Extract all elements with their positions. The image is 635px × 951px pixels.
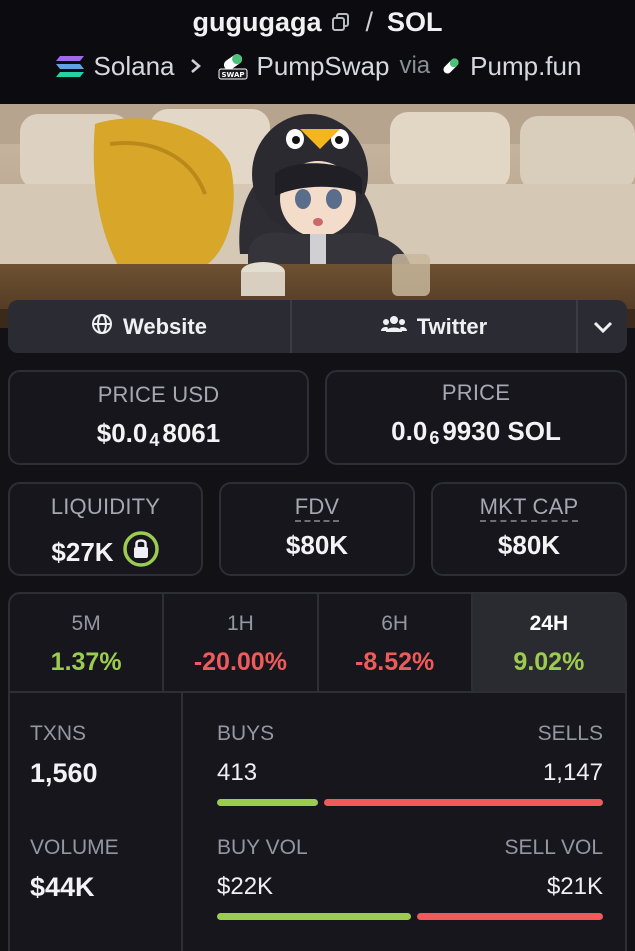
solana-icon xyxy=(54,54,86,78)
mkt-cap-value: $80K xyxy=(497,530,561,560)
tab-5m[interactable]: 5M 1.37% xyxy=(10,594,165,691)
globe-icon xyxy=(91,313,113,341)
liquidity-label: LIQUIDITY xyxy=(50,494,161,519)
change-24h: 9.02% xyxy=(513,648,585,676)
buy-vol-label: BUY VOL xyxy=(217,836,308,859)
buys-bar xyxy=(217,799,318,806)
pair-header: gugugaga / SOL Solana SWAP PumpSwap via xyxy=(0,0,635,104)
tab-6h[interactable]: 6H -8.52% xyxy=(319,594,473,691)
via-label: via xyxy=(399,52,431,79)
sells-value: 1,147 xyxy=(542,759,603,786)
change-5m: 1.37% xyxy=(50,648,122,676)
social-links-bar: Website Twitter xyxy=(8,300,627,353)
sell-vol-bar xyxy=(417,913,603,920)
chain-link[interactable]: Solana xyxy=(94,51,175,82)
lock-icon[interactable] xyxy=(122,530,160,575)
buy-sell-column: BUYS SELLS 413 1,147 BUY VOL SELL VOL $2… xyxy=(217,693,603,951)
token-name: gugugaga xyxy=(192,6,322,37)
fdv-card[interactable]: FDV $80K xyxy=(219,482,415,576)
breadcrumb: Solana SWAP PumpSwap via Pump.fun xyxy=(0,46,635,86)
totals-column: TXNS 1,560 VOLUME $44K xyxy=(10,693,183,951)
stats-panel: 5M 1.37% 1H -20.00% 6H -8.52% 24H 9.02% … xyxy=(8,592,627,951)
change-1h: -20.00% xyxy=(193,648,287,676)
liquidity-value: $27K xyxy=(51,537,114,567)
pair-separator: / xyxy=(365,6,373,37)
buy-vol-value: $22K xyxy=(217,873,274,900)
sells-bar xyxy=(324,799,603,806)
mkt-cap-card[interactable]: MKT CAP $80K xyxy=(431,482,627,576)
tab-1h[interactable]: 1H -20.00% xyxy=(164,594,319,691)
pill-icon xyxy=(440,55,462,77)
txns-label: TXNS xyxy=(30,722,87,745)
change-6h: -8.52% xyxy=(355,648,435,676)
dex-link[interactable]: PumpSwap xyxy=(257,51,390,82)
price-native-label: PRICE xyxy=(441,380,511,405)
token-banner-image xyxy=(0,104,635,328)
price-usd-card: PRICE USD $0.0 4 8061 xyxy=(8,370,309,465)
pumpswap-icon: SWAP xyxy=(217,52,249,80)
buys-value: 413 xyxy=(217,759,258,786)
timeframe-tabs: 5M 1.37% 1H -20.00% 6H -8.52% 24H 9.02% xyxy=(10,594,625,693)
mkt-cap-label: MKT CAP xyxy=(479,494,579,522)
website-label: Website xyxy=(123,313,207,339)
chevron-right-icon xyxy=(189,57,203,75)
copy-icon[interactable] xyxy=(331,12,351,32)
tab-24h[interactable]: 24H 9.02% xyxy=(472,594,625,691)
more-links-button[interactable] xyxy=(578,300,627,353)
volume-label: VOLUME xyxy=(30,836,119,859)
sells-label: SELLS xyxy=(537,722,603,745)
price-native-value: 0.0 6 9930 SOL xyxy=(391,416,561,448)
twitter-label: Twitter xyxy=(416,313,488,339)
users-icon xyxy=(380,314,407,340)
website-button[interactable]: Website xyxy=(8,300,292,353)
buys-label: BUYS xyxy=(217,722,275,745)
launchpad-link[interactable]: Pump.fun xyxy=(470,51,581,82)
twitter-button[interactable]: Twitter xyxy=(292,300,578,353)
fdv-value: $80K xyxy=(285,530,349,560)
price-usd-label: PRICE USD xyxy=(97,382,220,407)
txns-value: 1,560 xyxy=(30,758,98,788)
pair-title: gugugaga / SOL xyxy=(0,2,635,42)
fdv-label: FDV xyxy=(294,494,340,522)
price-usd-value: $0.0 4 8061 xyxy=(96,418,221,450)
quote-token: SOL xyxy=(387,6,443,37)
liquidity-value-row: $27K xyxy=(10,530,201,575)
price-native-card: PRICE 0.0 6 9930 SOL xyxy=(325,370,627,465)
liquidity-card: LIQUIDITY $27K xyxy=(8,482,203,576)
swap-badge-text: SWAP xyxy=(221,71,244,79)
buy-vol-bar xyxy=(217,913,411,920)
sell-vol-label: SELL VOL xyxy=(504,836,603,859)
sell-vol-value: $21K xyxy=(546,873,603,900)
chevron-down-icon xyxy=(592,314,614,340)
volume-value: $44K xyxy=(30,872,95,902)
